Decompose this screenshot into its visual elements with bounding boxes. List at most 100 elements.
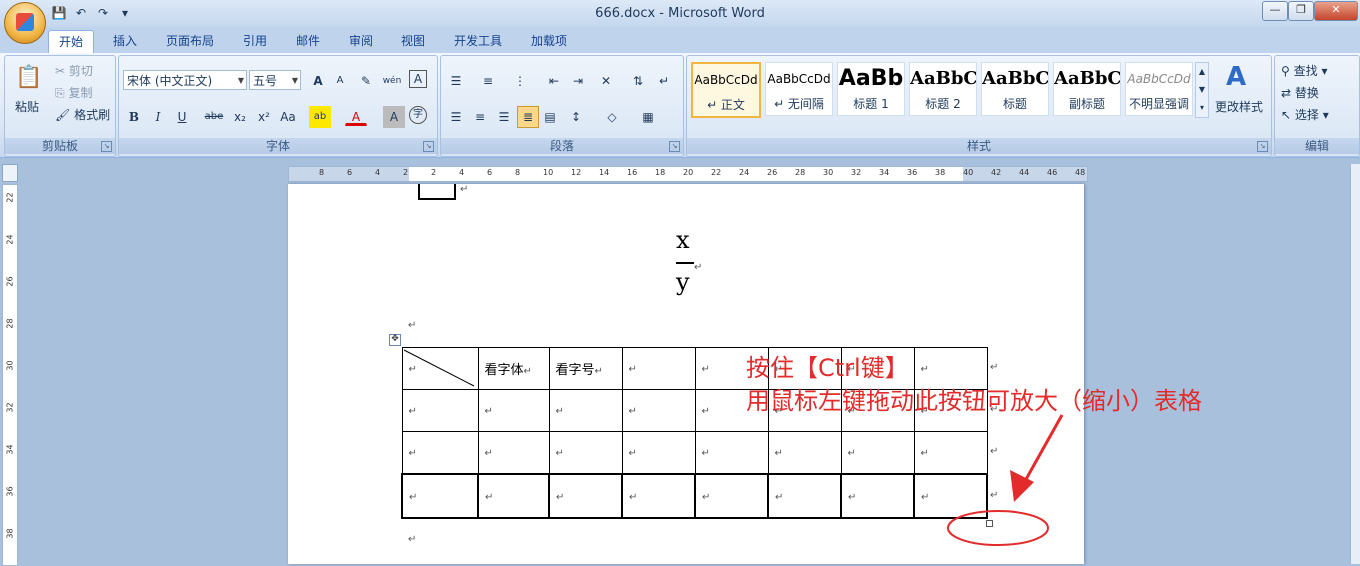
table-cell[interactable]: 看字号↵ bbox=[548, 347, 623, 390]
strikethrough-button[interactable]: abe bbox=[203, 106, 225, 128]
tab-addins[interactable]: 加载项 bbox=[521, 30, 577, 52]
change-styles-button[interactable]: 更改样式 bbox=[1215, 98, 1263, 115]
style-no-spacing[interactable]: AaBbCcDd ↵ 无间隔 bbox=[765, 62, 833, 116]
shading-icon[interactable]: ◇ bbox=[601, 106, 623, 128]
table-cell[interactable]: ↵ bbox=[548, 473, 623, 519]
table-cell[interactable]: ↵ bbox=[621, 431, 696, 475]
table-cell[interactable]: ↵ bbox=[477, 431, 550, 475]
italic-button[interactable]: I bbox=[147, 106, 169, 128]
style-subtle-emphasis[interactable]: AaBbCcDd 不明显强调 bbox=[1125, 62, 1193, 116]
table-cell[interactable]: ↵ bbox=[694, 473, 769, 519]
tab-home[interactable]: 开始 bbox=[48, 30, 95, 53]
clear-format-icon[interactable]: ✎ bbox=[355, 70, 377, 92]
dialog-launcher-icon[interactable]: ↘ bbox=[1257, 141, 1268, 152]
subscript-button[interactable]: x₂ bbox=[229, 106, 251, 128]
style-heading-2[interactable]: AaBbC 标题 2 bbox=[909, 62, 977, 116]
close-button[interactable]: ✕ bbox=[1314, 1, 1358, 21]
change-case-button[interactable]: Aa bbox=[277, 106, 299, 128]
highlight-button[interactable]: ab bbox=[309, 106, 331, 128]
copy-button[interactable]: ⎘ 复制 bbox=[55, 84, 92, 101]
change-styles-icon[interactable]: A bbox=[1215, 60, 1257, 94]
style-preview: AaBb bbox=[838, 66, 904, 91]
dialog-launcher-icon[interactable]: ↘ bbox=[669, 141, 680, 152]
borders-icon[interactable]: ▦ bbox=[637, 106, 659, 128]
dialog-launcher-icon[interactable]: ↘ bbox=[423, 141, 434, 152]
table-cell[interactable]: ↵ bbox=[694, 431, 769, 475]
superscript-button[interactable]: x² bbox=[253, 106, 275, 128]
table-cell[interactable]: ↵ bbox=[840, 431, 915, 475]
customize-icon[interactable]: ▾ bbox=[116, 4, 134, 22]
align-center-icon[interactable]: ≡ bbox=[469, 106, 491, 128]
format-painter-button[interactable]: 🖌 格式刷 bbox=[55, 106, 110, 123]
table-move-handle-icon[interactable]: ✥ bbox=[389, 334, 401, 346]
table-cell[interactable]: ↵ bbox=[840, 473, 915, 519]
font-size-select[interactable]: 五号 ▼ bbox=[249, 70, 301, 90]
minimize-button[interactable]: — bbox=[1262, 1, 1288, 21]
tab-references[interactable]: 引用 bbox=[233, 30, 277, 52]
grow-font-button[interactable]: A bbox=[307, 70, 329, 92]
paste-icon[interactable]: 📋 bbox=[13, 62, 45, 94]
bullets-icon[interactable]: ☰ bbox=[445, 70, 467, 92]
enclose-char-button[interactable]: 字 bbox=[409, 106, 427, 124]
table-cell[interactable]: ↵ bbox=[548, 431, 623, 475]
maximize-button[interactable]: ❐ bbox=[1288, 1, 1314, 21]
undo-icon[interactable]: ↶ bbox=[72, 4, 90, 22]
style-heading-1[interactable]: AaBb 标题 1 bbox=[837, 62, 905, 116]
font-name-select[interactable]: 宋体 (中文正文) ▼ bbox=[123, 70, 247, 90]
bold-button[interactable]: B bbox=[123, 106, 145, 128]
table-cell[interactable]: ↵ bbox=[401, 431, 479, 475]
chinese-layout-icon[interactable]: ✕ bbox=[595, 70, 617, 92]
table-cell[interactable]: 看字体↵ bbox=[477, 347, 550, 390]
style-normal[interactable]: AaBbCcDd ↵ 正文 bbox=[691, 62, 761, 118]
table-cell[interactable]: ↵ bbox=[548, 389, 623, 432]
char-shading-button[interactable]: A bbox=[383, 106, 405, 128]
table-cell[interactable]: ↵ bbox=[621, 389, 696, 432]
align-right-icon[interactable]: ☰ bbox=[493, 106, 515, 128]
table-cell[interactable]: ↵ bbox=[477, 389, 550, 432]
style-subtitle[interactable]: AaBbC 副标题 bbox=[1053, 62, 1121, 116]
numbering-icon[interactable]: ≡ bbox=[477, 70, 499, 92]
justify-icon[interactable]: ≣ bbox=[517, 106, 539, 128]
replace-button[interactable]: ⇄ 替换 bbox=[1281, 84, 1319, 101]
table-cell[interactable]: ↵ bbox=[767, 473, 842, 519]
decrease-indent-icon[interactable]: ⇤ bbox=[543, 70, 565, 92]
find-button[interactable]: ⚲ 查找 ▾ bbox=[1281, 62, 1327, 79]
sort-icon[interactable]: ⇅ bbox=[627, 70, 649, 92]
table-cell[interactable]: ↵ bbox=[621, 347, 696, 390]
paste-button[interactable]: 粘贴 bbox=[15, 98, 39, 115]
tab-insert[interactable]: 插入 bbox=[103, 30, 147, 52]
tab-selector[interactable] bbox=[2, 164, 18, 182]
table-cell[interactable]: ↵ bbox=[767, 431, 842, 475]
multilevel-list-icon[interactable]: ⋮ bbox=[509, 70, 531, 92]
cut-button[interactable]: ✂ 剪切 bbox=[55, 62, 93, 79]
tab-view[interactable]: 视图 bbox=[391, 30, 435, 52]
horizontal-ruler[interactable]: 8 6 4 2 2 4 6 8 10 12 14 16 18 20 22 24 26 28 30 32 34 36 38 40… bbox=[288, 166, 1088, 182]
dialog-launcher-icon[interactable]: ↘ bbox=[101, 141, 112, 152]
table-cell[interactable]: ↵ bbox=[401, 473, 479, 519]
shrink-font-button[interactable]: A bbox=[329, 70, 351, 92]
vertical-ruler[interactable]: 22 24 26 28 30 32 34 36 38 bbox=[2, 184, 18, 566]
tab-page-layout[interactable]: 页面布局 bbox=[156, 30, 224, 52]
tab-review[interactable]: 审阅 bbox=[339, 30, 383, 52]
styles-scroll[interactable]: ▲ ▼ ▾ bbox=[1195, 62, 1209, 118]
font-color-button[interactable]: A bbox=[345, 106, 367, 126]
char-border-button[interactable]: A bbox=[409, 70, 427, 88]
redo-icon[interactable]: ↷ bbox=[94, 4, 112, 22]
select-button[interactable]: ↖ 选择 ▾ bbox=[1281, 106, 1329, 123]
align-left-icon[interactable]: ☰ bbox=[445, 106, 467, 128]
phonetic-guide-button[interactable]: wén bbox=[381, 70, 403, 92]
show-marks-icon[interactable]: ↵ bbox=[653, 70, 675, 92]
table-cell[interactable]: ↵ bbox=[621, 473, 696, 519]
table-cell[interactable]: ↵ bbox=[401, 389, 479, 432]
increase-indent-icon[interactable]: ⇥ bbox=[567, 70, 589, 92]
underline-button[interactable]: U bbox=[171, 106, 193, 128]
line-spacing-icon[interactable]: ↕ bbox=[565, 106, 587, 128]
tab-developer[interactable]: 开发工具 bbox=[444, 30, 512, 52]
save-icon[interactable]: 💾 bbox=[50, 4, 68, 22]
table-cell[interactable]: ↵ bbox=[477, 473, 550, 519]
style-title[interactable]: AaBbC 标题 bbox=[981, 62, 1049, 116]
tab-mailings[interactable]: 邮件 bbox=[286, 30, 330, 52]
distributed-icon[interactable]: ▤ bbox=[539, 106, 561, 128]
vertical-scrollbar[interactable] bbox=[1350, 164, 1360, 564]
office-button[interactable] bbox=[4, 2, 46, 44]
